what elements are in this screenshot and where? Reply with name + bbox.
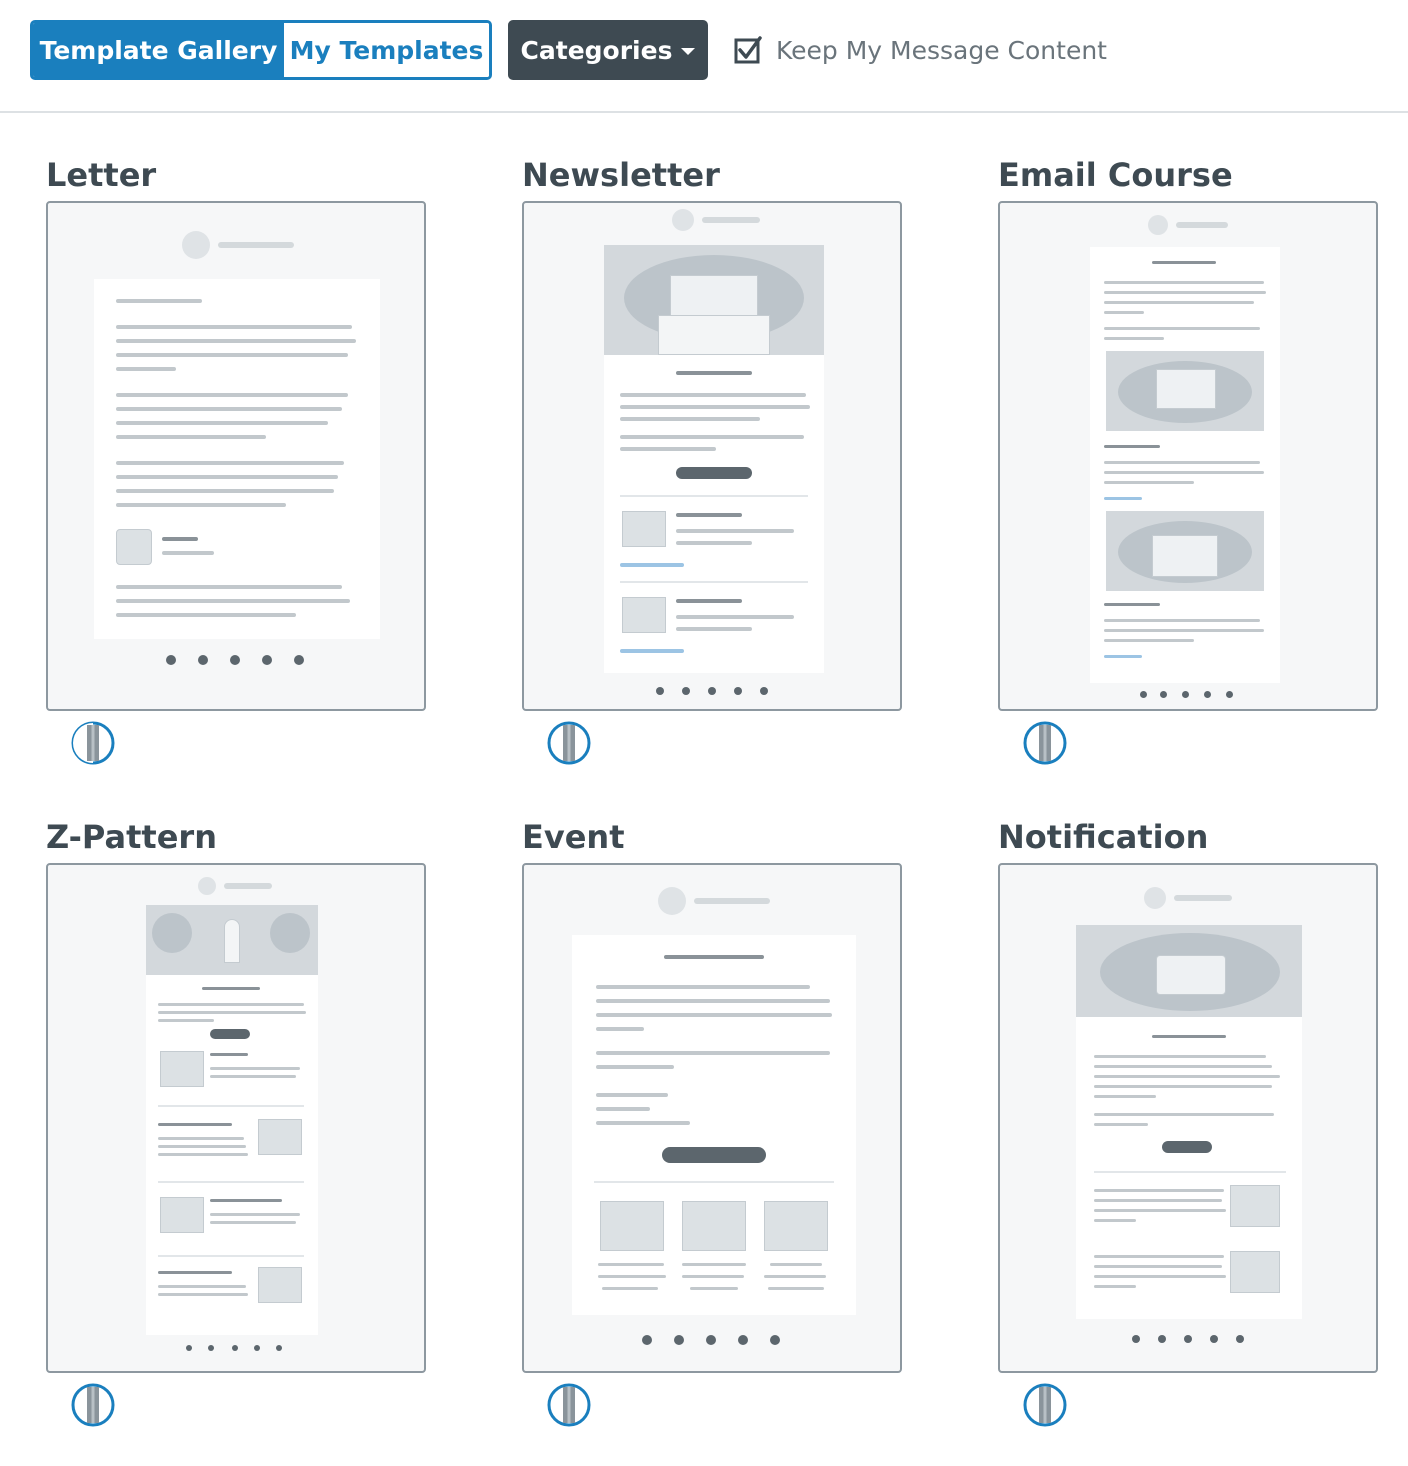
- logo-placeholder: [658, 887, 770, 915]
- template-card-letter: Letter: [46, 155, 426, 765]
- template-thumbnail[interactable]: [522, 201, 902, 711]
- template-title: Z-Pattern: [46, 818, 217, 856]
- template-title: Letter: [46, 156, 157, 194]
- avatar-icon: [116, 529, 152, 565]
- message-body-preview: [94, 279, 380, 639]
- message-body-preview: [146, 905, 318, 1335]
- checkbox-checked-icon[interactable]: [732, 34, 764, 66]
- template-card-event: Event: [522, 817, 902, 1427]
- template-thumbnail[interactable]: [46, 201, 426, 711]
- contrast-toggle-icon[interactable]: [546, 1382, 592, 1428]
- calendar-illustration: [1230, 1251, 1280, 1293]
- template-card-z-pattern: Z-Pattern: [46, 817, 426, 1427]
- megaphone-illustration: [1076, 925, 1302, 1017]
- envelope-illustration: [1106, 511, 1264, 591]
- logo-placeholder: [1148, 215, 1228, 235]
- contrast-toggle-icon[interactable]: [1022, 720, 1068, 766]
- message-body-preview: [1076, 925, 1302, 1319]
- template-thumbnail[interactable]: [522, 863, 902, 1373]
- gallery-tab-group: Template Gallery My Templates: [30, 20, 492, 80]
- coins-illustration: [682, 1201, 746, 1251]
- template-thumbnail[interactable]: [998, 201, 1378, 711]
- calendar-illustration: [764, 1201, 828, 1251]
- categories-dropdown[interactable]: Categories: [508, 20, 708, 80]
- computer-illustration: [1106, 351, 1264, 431]
- clock-illustration: [600, 1201, 664, 1251]
- contrast-toggle-icon[interactable]: [70, 720, 116, 766]
- template-card-newsletter: Newsletter: [522, 155, 902, 765]
- bell-illustration: [1230, 1185, 1280, 1227]
- template-title: Notification: [998, 818, 1209, 856]
- envelope-illustration: [604, 245, 824, 355]
- logo-placeholder: [1144, 887, 1232, 909]
- template-card-notification: Notification: [998, 817, 1378, 1427]
- message-body-preview: [604, 245, 824, 673]
- contrast-toggle-icon[interactable]: [1022, 1382, 1068, 1428]
- keep-message-content-label: Keep My Message Content: [776, 35, 1107, 65]
- template-gallery-tab[interactable]: Template Gallery: [33, 23, 284, 77]
- contrast-toggle-icon[interactable]: [546, 720, 592, 766]
- article-image: [622, 597, 666, 633]
- categories-label: Categories: [520, 35, 673, 65]
- rocket-illustration: [146, 905, 318, 975]
- template-card-email-course: Email Course: [998, 155, 1378, 765]
- article-image: [622, 511, 666, 547]
- logo-placeholder: [198, 877, 272, 895]
- logo-placeholder: [182, 231, 294, 259]
- message-body-preview: [1090, 247, 1280, 683]
- message-body-preview: [572, 935, 856, 1315]
- template-thumbnail[interactable]: [998, 863, 1378, 1373]
- template-title: Event: [522, 818, 625, 856]
- template-title: Email Course: [998, 156, 1233, 194]
- keep-message-content-option[interactable]: Keep My Message Content: [732, 30, 1107, 70]
- template-title: Newsletter: [522, 156, 720, 194]
- template-thumbnail[interactable]: [46, 863, 426, 1373]
- toolbar: Template Gallery My Templates Categories…: [0, 0, 1408, 113]
- my-templates-tab[interactable]: My Templates: [284, 23, 489, 77]
- logo-placeholder: [672, 209, 760, 231]
- contrast-toggle-icon[interactable]: [70, 1382, 116, 1428]
- caret-down-icon: [681, 48, 696, 55]
